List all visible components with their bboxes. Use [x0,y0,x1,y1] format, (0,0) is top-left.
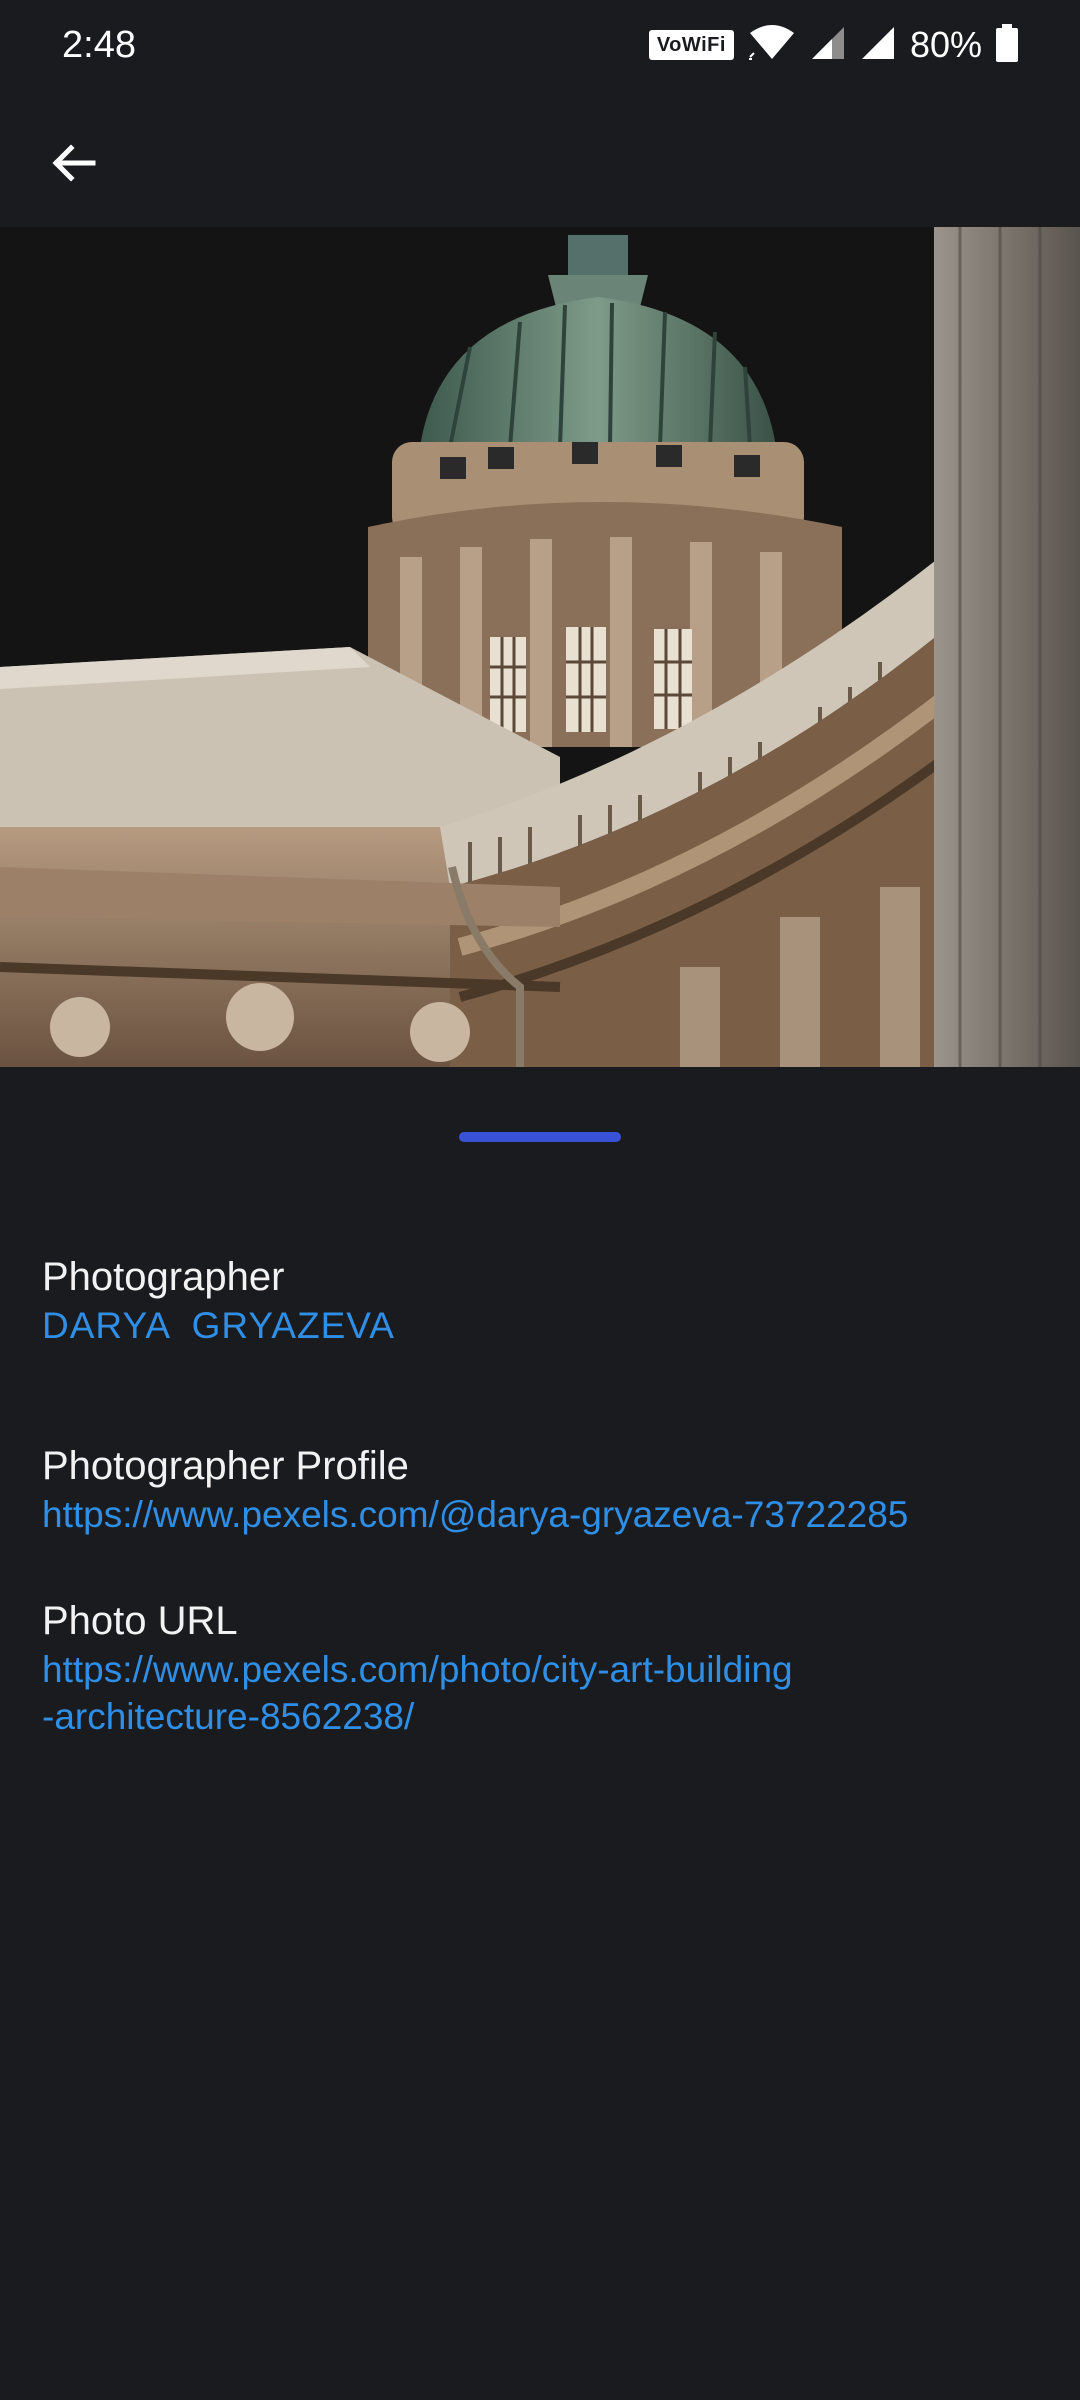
bottom-sheet-handle[interactable] [459,1132,621,1142]
photo-url-section: Photo URL https://www.pexels.com/photo/c… [42,1596,1042,1740]
status-bar: 2:48 VoWiFi 80% [0,0,1080,90]
battery-percent: 80% [909,24,982,65]
photo-url-label: Photo URL [42,1599,238,1643]
signal-icon-sim1 [810,25,846,66]
photo-url-line-1: https://www.pexels.com/photo/city-art-bu… [42,1649,793,1690]
vowifi-badge: VoWiFi [648,30,734,60]
battery-icon [996,23,1018,67]
wifi-icon [748,23,796,68]
photographer-profile-label: Photographer Profile [42,1444,409,1488]
photo-url-line-2: -architecture-8562238/ [42,1696,415,1737]
photographer-label: Photographer [42,1255,285,1299]
app-bar [0,90,1080,227]
status-time: 2:48 [62,24,136,66]
photo-details-screen: 2:48 VoWiFi 80% Photographer DARYA GRYAZ… [0,0,1080,2400]
signal-icon-sim2 [860,25,896,66]
status-icons: VoWiFi 80% [648,22,1018,68]
photographer-profile-section: Photographer Profile https://www.pexels.… [42,1441,1042,1538]
building-photo [0,227,1080,1067]
back-button[interactable] [30,122,116,208]
arrow-left-icon [49,139,97,192]
photographer-profile-link[interactable]: https://www.pexels.com/@darya-gryazeva-7… [42,1491,1042,1538]
photographer-section: Photographer DARYA GRYAZEVA [42,1252,1042,1349]
photo-url-link[interactable]: https://www.pexels.com/photo/city-art-bu… [42,1646,1042,1740]
photographer-name-link[interactable]: DARYA GRYAZEVA [42,1302,1042,1349]
